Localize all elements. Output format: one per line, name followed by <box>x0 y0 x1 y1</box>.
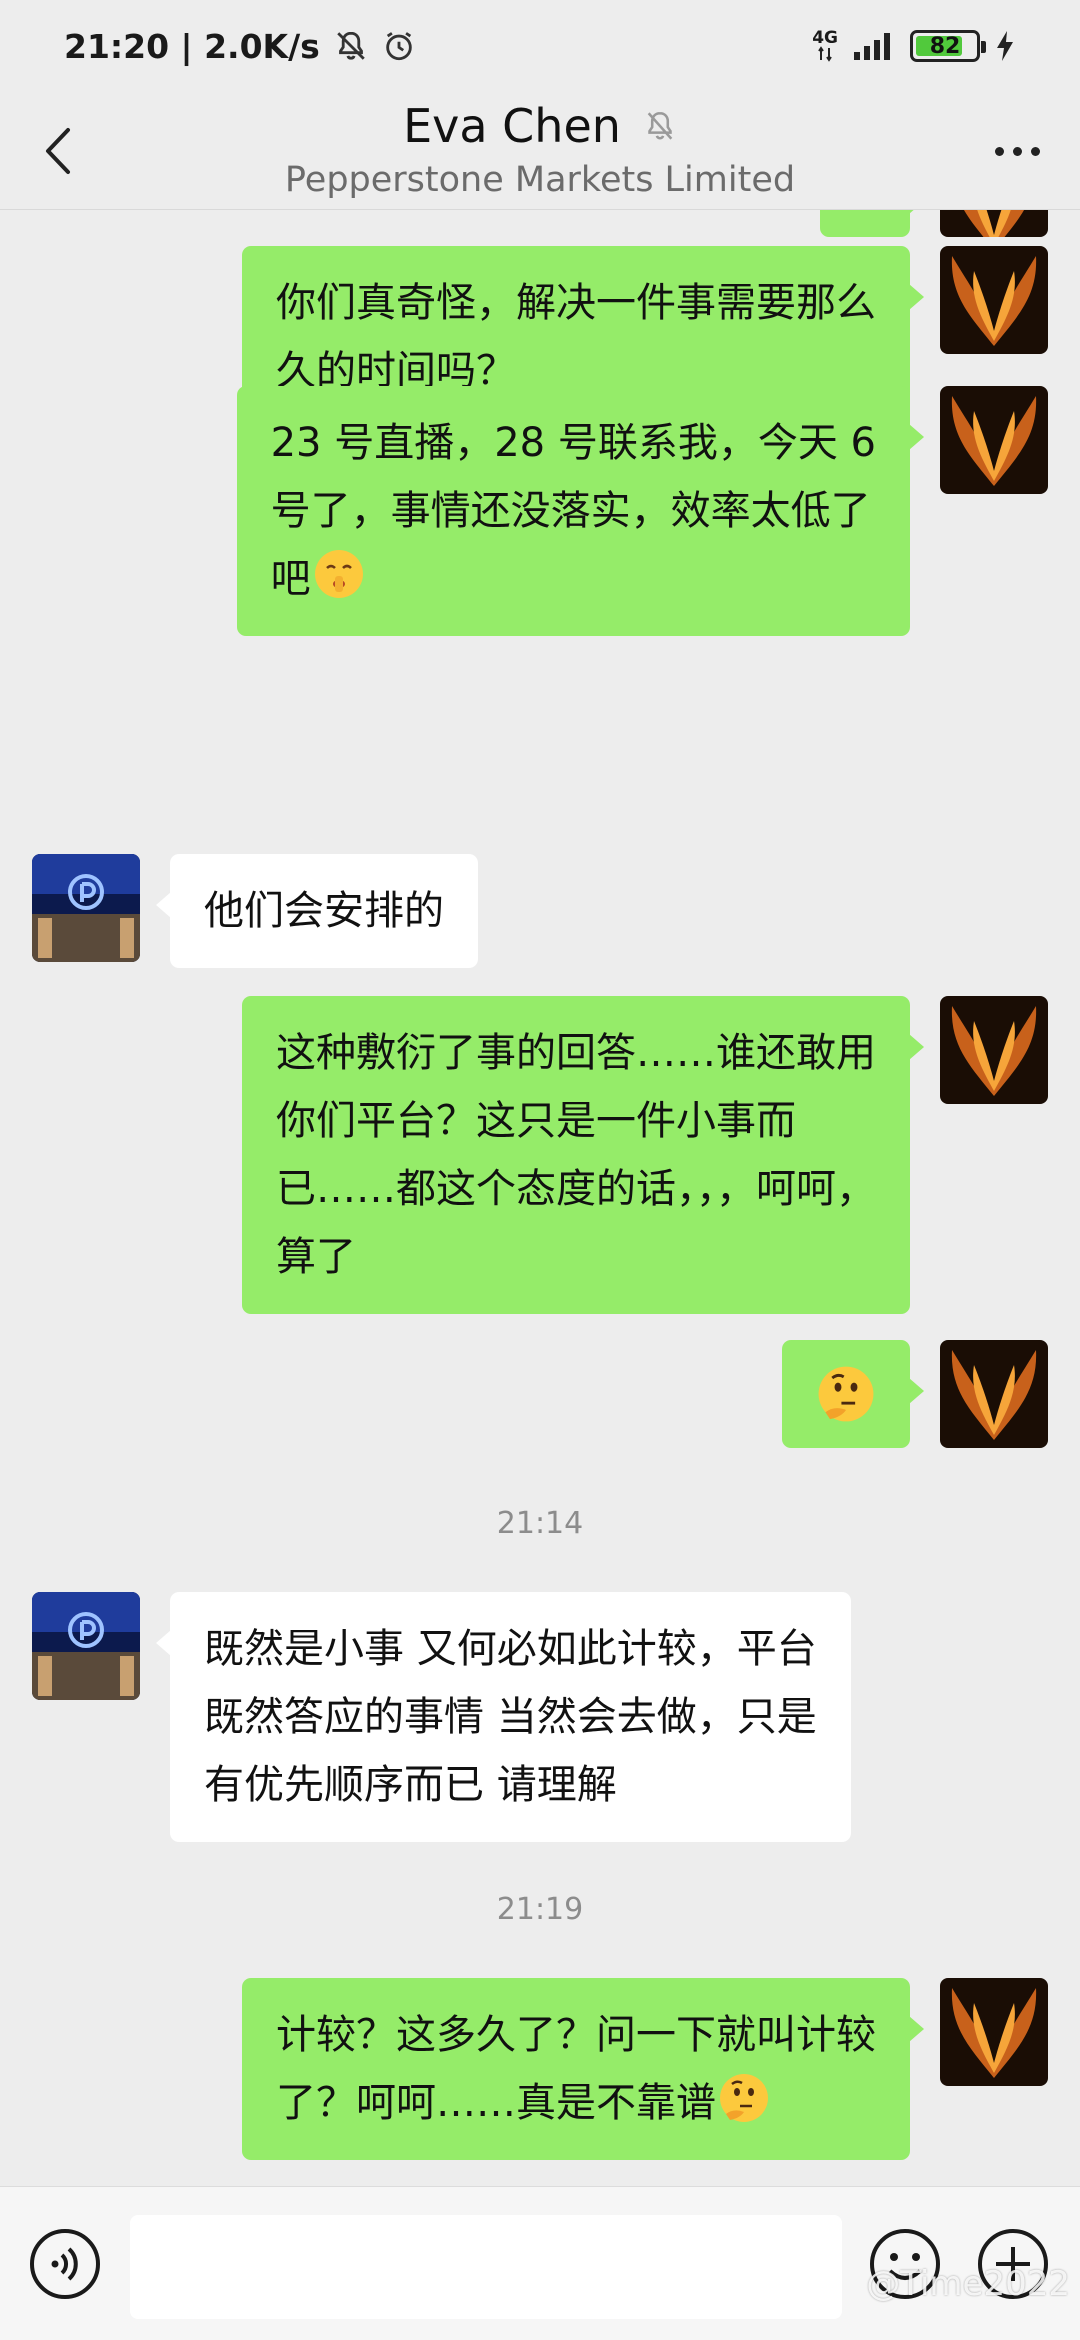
message-bubble-partial[interactable] <box>820 210 924 237</box>
avatar-building-logo-image <box>32 1592 140 1700</box>
message-list[interactable]: 20:58 你们真奇怪，解决一件事需要那么 久的时间吗？ 23 号直播，28 号… <box>0 210 1080 2186</box>
status-bar: 21:20 | 2.0K/s 4G 82 <box>0 0 1080 92</box>
message-line-text: 吧 <box>270 556 311 602</box>
battery-percent: 82 <box>929 33 961 59</box>
contact-company: Pepperstone Markets Limited <box>284 160 796 200</box>
avatar-self[interactable] <box>940 996 1048 1104</box>
title-row: Eva Chen <box>200 94 880 158</box>
message-line: 已……都这个态度的话，，，呵呵， <box>276 1166 876 1212</box>
message-bubble-other[interactable]: 他们会安排的 <box>156 854 478 968</box>
message-line-text: 了？呵呵……真是不靠谱 <box>276 2080 716 2126</box>
timestamp: 21:19 <box>496 1892 584 1927</box>
message-line: 吧 <box>271 545 876 613</box>
message-line: 有优先顺序而已 请理解 <box>204 1762 617 1808</box>
avatar-fire-wings-image <box>940 996 1048 1104</box>
more-dot-icon <box>994 146 1004 156</box>
message-line: 23 号直播，28 号联系我，今天 6 <box>270 420 876 466</box>
message-line: 了？呵呵……真是不靠谱 <box>276 2069 876 2137</box>
avatar-fire-wings-image <box>940 210 1048 237</box>
voice-input-button[interactable] <box>28 2227 102 2301</box>
avatar-fire-wings-image <box>940 246 1048 354</box>
message-line: 你们平台？这只是一件小事而 <box>276 1098 796 1144</box>
battery-indicator: 82 <box>910 30 986 62</box>
message-bubble-self[interactable]: 计较？这多久了？问一下就叫计较 了？呵呵……真是不靠谱 <box>242 1978 924 2160</box>
message-bubble-self[interactable] <box>782 1340 924 1448</box>
timestamp: 21:14 <box>496 1506 584 1541</box>
avatar-self[interactable] <box>940 1978 1048 2086</box>
back-button[interactable] <box>28 116 88 186</box>
avatar-other[interactable] <box>32 1592 140 1700</box>
message-bubble-other[interactable]: 既然是小事 又何必如此计较，平台 既然答应的事情 当然会去做，只是 有优先顺序而… <box>156 1592 851 1842</box>
data-arrows-icon <box>818 46 832 62</box>
avatar-fire-wings-image <box>940 1340 1048 1448</box>
thinking-face-emoji-icon <box>720 2074 768 2122</box>
message-line: 计较？这多久了？问一下就叫计较 <box>276 2012 876 2058</box>
alarm-clock-icon <box>386 32 412 61</box>
message-line: 号了，事情还没落实，效率太低了 <box>270 488 871 534</box>
avatar-self[interactable] <box>940 1340 1048 1448</box>
muted-bell-icon <box>647 111 673 140</box>
charging-bolt-icon <box>997 31 1013 61</box>
signal-strength-icon <box>854 33 890 60</box>
contact-name: Eva Chen <box>403 99 621 153</box>
shushing-face-emoji-icon <box>314 550 363 598</box>
avatar-self[interactable] <box>940 246 1048 354</box>
message-input[interactable] <box>130 2215 842 2319</box>
message-line: 既然是小事 又何必如此计较，平台 <box>204 1626 817 1672</box>
chat-screen: 21:20 | 2.0K/s 4G 82 Eva Chen Pepperston… <box>0 0 1080 2340</box>
network-indicator: 4G <box>812 30 838 62</box>
message-line: 他们会安排的 <box>204 888 444 934</box>
avatar-building-logo-image <box>32 854 140 962</box>
message-line: 这种敷衍了事的回答……谁还敢用 <box>276 1030 876 1076</box>
mute-notification-icon <box>337 31 365 60</box>
voice-icon <box>30 2229 100 2299</box>
avatar-fire-wings-image <box>940 1978 1048 2086</box>
avatar-fire-wings-image <box>940 386 1048 494</box>
network-type: 4G <box>812 28 838 48</box>
status-time-speed: 21:20 | 2.0K/s <box>64 26 320 66</box>
avatar-other[interactable] <box>32 854 140 962</box>
message-line: 算了 <box>276 1234 356 1280</box>
status-right: 4G 82 <box>812 30 1016 62</box>
avatar-self[interactable] <box>940 386 1048 494</box>
more-dot-icon <box>1030 146 1040 156</box>
watermark: @Time2022 <box>866 2264 1070 2304</box>
message-line: 既然答应的事情 当然会去做，只是 <box>204 1694 817 1740</box>
thinking-face-emoji-icon <box>818 1366 874 1422</box>
avatar-self[interactable] <box>940 210 1048 237</box>
input-bar: @Time2022 <box>0 2186 1080 2340</box>
message-bubble-self[interactable]: 这种敷衍了事的回答……谁还敢用 你们平台？这只是一件小事而 已……都这个态度的话… <box>242 996 924 1314</box>
header-title-group: Eva Chen Pepperstone Markets Limited <box>200 92 880 202</box>
more-options-button[interactable] <box>982 118 1052 184</box>
message-bubble-self[interactable]: 23 号直播，28 号联系我，今天 6 号了，事情还没落实，效率太低了 吧 <box>236 386 925 636</box>
message-line: 你们真奇怪，解决一件事需要那么 <box>276 280 876 326</box>
chat-header: Eva Chen Pepperstone Markets Limited <box>0 92 1080 210</box>
status-left: 21:20 | 2.0K/s <box>64 27 416 66</box>
more-dot-icon <box>1012 146 1022 156</box>
chevron-left-icon <box>46 128 70 174</box>
